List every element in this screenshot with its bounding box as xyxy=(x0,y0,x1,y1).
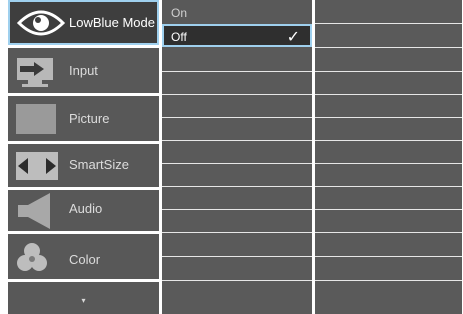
divider xyxy=(315,163,462,164)
divider xyxy=(315,256,462,257)
picture-icon xyxy=(14,102,58,141)
divider xyxy=(315,71,462,72)
divider xyxy=(315,209,462,210)
scroll-down-icon[interactable]: ▾ xyxy=(8,296,159,305)
divider xyxy=(162,186,312,187)
speaker-icon xyxy=(14,191,54,236)
divider xyxy=(162,280,312,281)
divider xyxy=(315,186,462,187)
option-on[interactable]: On xyxy=(162,0,312,24)
divider xyxy=(315,232,462,233)
divider xyxy=(315,117,462,118)
input-source-icon xyxy=(14,56,56,93)
smartsize-icon xyxy=(14,150,60,187)
osd-menu: LowBlue Mode Input Picture SmartSize Aud… xyxy=(8,0,462,314)
divider xyxy=(162,232,312,233)
main-menu-column: LowBlue Mode Input Picture SmartSize Aud… xyxy=(8,0,159,314)
menu-item-label: Input xyxy=(69,63,98,78)
divider xyxy=(315,94,462,95)
menu-item-color[interactable]: Color xyxy=(8,234,159,279)
menu-item-label: Audio xyxy=(69,201,103,216)
menu-item-label: LowBlue Mode xyxy=(69,15,155,30)
option-off-label: Off xyxy=(171,30,187,44)
divider xyxy=(315,23,462,24)
divider xyxy=(162,140,312,141)
eye-icon xyxy=(16,7,66,44)
menu-item-input[interactable]: Input xyxy=(8,48,159,93)
menu-item-audio[interactable]: Audio xyxy=(8,190,159,231)
divider xyxy=(162,94,312,95)
divider xyxy=(162,117,312,118)
submenu-column: On Off ✓ xyxy=(162,0,312,314)
option-off[interactable]: Off ✓ xyxy=(162,24,312,47)
option-on-label: On xyxy=(171,6,188,20)
divider xyxy=(162,256,312,257)
divider xyxy=(162,163,312,164)
detail-column xyxy=(315,0,462,314)
menu-item-smartsize[interactable]: SmartSize xyxy=(8,144,159,187)
menu-item-label: SmartSize xyxy=(69,157,129,172)
checkmark-icon: ✓ xyxy=(286,29,300,46)
color-circles-icon xyxy=(14,240,50,281)
submenu-background xyxy=(162,0,312,314)
divider xyxy=(315,280,462,281)
menu-item-label: Color xyxy=(69,252,101,267)
menu-item-picture[interactable]: Picture xyxy=(8,96,159,141)
menu-item-lowblue-mode[interactable]: LowBlue Mode xyxy=(8,0,159,45)
menu-item-label: Picture xyxy=(69,111,110,126)
divider xyxy=(162,209,312,210)
divider xyxy=(315,47,462,48)
divider xyxy=(162,71,312,72)
divider xyxy=(315,140,462,141)
